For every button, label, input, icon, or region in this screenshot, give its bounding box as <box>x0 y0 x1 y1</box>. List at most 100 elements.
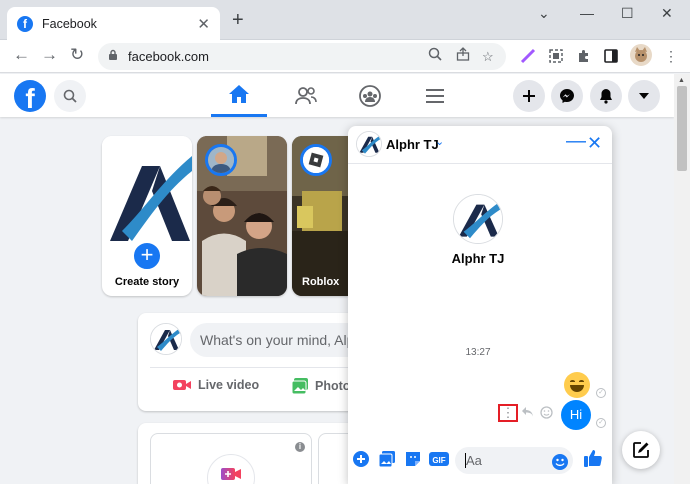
extension-screenshot-icon[interactable] <box>548 48 564 67</box>
zoom-icon[interactable] <box>428 43 442 70</box>
tab-search-icon[interactable]: ⌄ <box>538 5 550 22</box>
search-icon <box>63 89 77 103</box>
grinning-face-emoji-message <box>564 372 590 398</box>
caret-down-icon <box>639 93 649 99</box>
story-card-friend[interactable] <box>197 136 287 296</box>
gif-icon[interactable]: GIF <box>429 450 449 468</box>
composer-divider <box>150 367 358 368</box>
message-timestamp: 13:27 <box>465 347 491 358</box>
profile-avatar[interactable] <box>630 44 652 69</box>
emoji-picker-icon[interactable] <box>551 453 569 471</box>
reload-icon[interactable]: ↻ <box>70 45 84 65</box>
post-composer: What's on your mind, Alph Live video Pho… <box>138 313 360 411</box>
tab-title: Facebook <box>42 16 97 31</box>
browser-tab[interactable]: f Facebook ✕ <box>7 7 220 40</box>
chat-contact-name[interactable]: Alphr TJ <box>386 137 439 152</box>
tab-close-icon[interactable]: ✕ <box>197 15 210 33</box>
new-message-button[interactable] <box>622 431 660 469</box>
hamburger-menu-icon <box>426 88 444 103</box>
nav-menu[interactable] <box>407 74 463 117</box>
roblox-avatar <box>300 144 332 176</box>
forward-arrow-icon[interactable]: → <box>41 45 58 65</box>
photo-video-button[interactable]: Photo <box>291 377 350 395</box>
sticker-icon[interactable] <box>404 450 422 468</box>
facebook-header: f <box>0 74 674 117</box>
url-text[interactable]: facebook.com <box>128 49 209 64</box>
lock-icon[interactable] <box>108 49 118 64</box>
chat-profile-avatar[interactable] <box>453 194 503 244</box>
scrollbar-thumb[interactable] <box>677 86 687 171</box>
live-video-label: Live video <box>198 378 260 392</box>
facebook-logo[interactable]: f <box>14 80 46 112</box>
messenger-icon <box>560 89 574 103</box>
text-caret <box>465 453 466 468</box>
story-card-roblox[interactable]: Roblox <box>292 136 348 296</box>
add-story-plus-icon[interactable]: + <box>131 240 163 272</box>
message-input-placeholder: Aa <box>466 453 482 468</box>
page-scrollbar[interactable]: ▲ <box>674 74 690 484</box>
story-avatar <box>205 144 237 176</box>
address-bar[interactable]: facebook.com ☆ <box>98 43 506 70</box>
create-button[interactable] <box>513 80 545 112</box>
friends-icon <box>295 86 317 104</box>
chat-window: Alphr TJ ⌄ — ✕ Alphr TJ 13:27 ✓ ⋮ Hi ✓ G… <box>348 126 612 484</box>
chat-composer: GIF Aa <box>348 442 612 484</box>
video-room-icon <box>207 454 255 484</box>
chat-profile-name: Alphr TJ <box>451 251 505 266</box>
live-video-icon <box>173 380 191 390</box>
bell-icon <box>600 89 612 104</box>
photo-icon <box>291 378 308 395</box>
scroll-up-icon[interactable]: ▲ <box>678 77 685 84</box>
extensions-puzzle-icon[interactable] <box>576 48 592 67</box>
messenger-button[interactable] <box>551 80 583 112</box>
message-more-options-button[interactable]: ⋮ <box>498 404 518 422</box>
account-button[interactable] <box>628 80 660 112</box>
extension-pen-icon[interactable] <box>520 48 536 67</box>
user-profile-image <box>102 136 192 256</box>
groups-icon <box>359 84 381 107</box>
create-story-card[interactable]: + Create story <box>102 136 192 296</box>
story-name-roblox: Roblox <box>302 276 340 288</box>
more-actions-plus-icon[interactable] <box>352 450 370 468</box>
photo-label: Photo <box>315 379 351 393</box>
share-icon[interactable] <box>456 43 470 70</box>
chevron-down-icon[interactable]: ⌄ <box>435 135 444 148</box>
maximize-window-button[interactable]: ☐ <box>621 5 634 22</box>
info-icon[interactable]: i <box>295 442 305 452</box>
minimize-chat-button[interactable]: — <box>566 130 586 152</box>
react-smiley-icon[interactable] <box>540 406 553 422</box>
rooms-card: i <box>138 423 378 484</box>
like-thumbs-up-icon[interactable] <box>583 448 603 468</box>
whats-on-your-mind-input[interactable]: What's on your mind, Alph <box>190 323 360 357</box>
facebook-favicon-icon: f <box>17 15 33 32</box>
svg-text:GIF: GIF <box>432 456 445 465</box>
nav-home[interactable] <box>211 74 267 117</box>
home-icon <box>229 85 249 103</box>
notifications-button[interactable] <box>590 80 622 112</box>
create-story-label: Create story <box>114 276 180 288</box>
chrome-menu-icon[interactable]: ⋮ <box>664 48 678 64</box>
close-window-button[interactable]: ✕ <box>661 5 673 22</box>
minimize-window-button[interactable]: — <box>580 5 594 21</box>
create-room-card[interactable]: i <box>150 433 312 484</box>
chat-header[interactable]: Alphr TJ ⌄ — ✕ <box>348 126 612 164</box>
seen-check-icon-2: ✓ <box>596 418 606 428</box>
side-panel-icon[interactable] <box>603 48 619 67</box>
bookmark-star-icon[interactable]: ☆ <box>482 43 494 70</box>
nav-friends[interactable] <box>278 74 334 117</box>
seen-check-icon: ✓ <box>596 388 606 398</box>
close-chat-button[interactable]: ✕ <box>587 132 602 154</box>
attach-photo-icon[interactable] <box>378 450 396 468</box>
chat-header-avatar[interactable] <box>356 131 382 157</box>
compose-edit-icon <box>633 442 649 458</box>
new-tab-button[interactable]: + <box>232 10 244 30</box>
composer-avatar[interactable] <box>150 323 182 355</box>
reply-icon[interactable] <box>521 406 534 420</box>
browser-tab-bar: f Facebook ✕ + ⌄ — ☐ ✕ <box>0 0 690 40</box>
browser-toolbar: ← → ↻ facebook.com ☆ ⋮ <box>0 40 690 73</box>
facebook-search-button[interactable] <box>54 80 86 112</box>
nav-groups[interactable] <box>342 74 398 117</box>
back-arrow-icon[interactable]: ← <box>13 45 30 65</box>
hi-message-bubble[interactable]: Hi <box>561 400 591 430</box>
live-video-button[interactable]: Live video <box>172 377 259 393</box>
